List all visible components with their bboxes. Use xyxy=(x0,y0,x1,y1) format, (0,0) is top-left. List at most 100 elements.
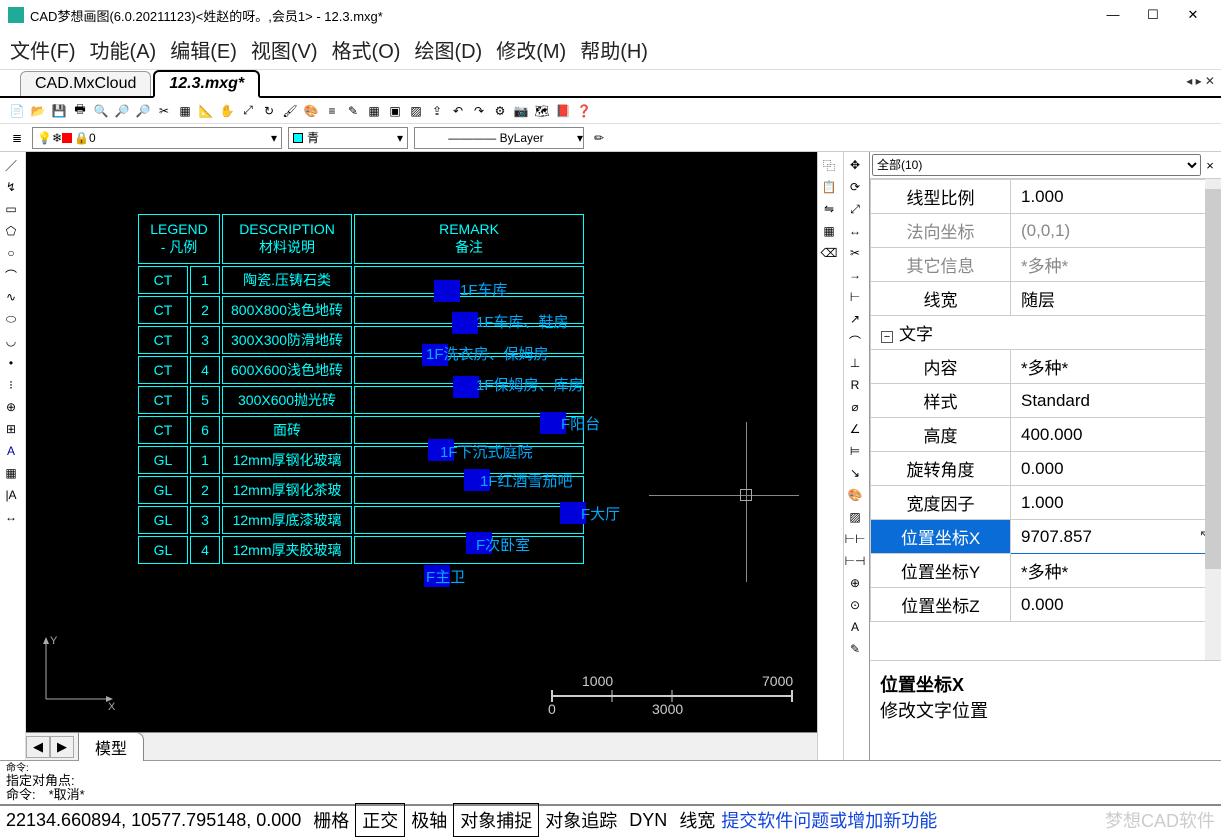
model-tab[interactable]: 模型 xyxy=(78,732,144,761)
minimize-button[interactable]: — xyxy=(1093,1,1133,29)
circle-icon[interactable]: ○ xyxy=(2,244,20,262)
prop-value-selected[interactable]: 9707.857↖ xyxy=(1011,520,1221,554)
prop-value[interactable]: *多种* xyxy=(1011,350,1221,384)
tab-cloud[interactable]: CAD.MxCloud xyxy=(20,71,151,96)
dim-angle-icon[interactable]: ∠ xyxy=(846,420,864,438)
toggle-grid[interactable]: 栅格 xyxy=(307,804,355,836)
array-icon[interactable]: ▦ xyxy=(820,222,838,240)
prop-value[interactable]: Standard xyxy=(1011,384,1221,418)
menu-view[interactable]: 视图(V) xyxy=(251,35,318,64)
palette-icon[interactable]: 🎨 xyxy=(302,102,320,120)
insert-icon[interactable]: ⊕ xyxy=(2,398,20,416)
center-mark-icon[interactable]: ⊙ xyxy=(846,596,864,614)
grip-icon[interactable] xyxy=(434,280,460,302)
hatch-icon[interactable]: ▨ xyxy=(846,508,864,526)
table-icon[interactable]: ▦ xyxy=(2,464,20,482)
ellipse-arc-icon[interactable]: ◡ xyxy=(2,332,20,350)
undo-icon[interactable]: ↶ xyxy=(449,102,467,120)
dim-edit-icon[interactable]: ✎ xyxy=(846,640,864,658)
dim-align-icon[interactable]: ↗ xyxy=(846,310,864,328)
dim-diameter-icon[interactable]: ⌀ xyxy=(846,398,864,416)
divide-icon[interactable]: ⁝ xyxy=(2,376,20,394)
layer-icon[interactable]: ▦ xyxy=(176,102,194,120)
menu-format[interactable]: 格式(O) xyxy=(332,35,401,64)
dim-radius-icon[interactable]: R xyxy=(846,376,864,394)
line-icon[interactable]: ／ xyxy=(2,156,20,174)
dim-style-icon[interactable]: A xyxy=(846,618,864,636)
maximize-button[interactable]: ☐ xyxy=(1133,1,1173,29)
zoom-in-icon[interactable]: 🔎 xyxy=(113,102,131,120)
pan-icon[interactable]: ✋ xyxy=(218,102,236,120)
close-button[interactable]: ✕ xyxy=(1173,1,1213,29)
quick-dim-icon[interactable]: ⊨ xyxy=(846,442,864,460)
tab-next-icon[interactable]: ▶ xyxy=(50,736,74,758)
grip-icon[interactable] xyxy=(452,312,478,334)
menu-draw[interactable]: 绘图(D) xyxy=(414,35,482,64)
text-icon[interactable]: A xyxy=(2,442,20,460)
block-create-icon[interactable]: ⊞ xyxy=(2,420,20,438)
stretch-icon[interactable]: ↔ xyxy=(846,222,864,240)
leader-icon[interactable]: ↘ xyxy=(846,464,864,482)
toggle-polar[interactable]: 极轴 xyxy=(405,804,453,836)
open-icon[interactable]: 📂 xyxy=(29,102,47,120)
edit-icon[interactable]: ✎ xyxy=(344,102,362,120)
prop-value[interactable]: *多种* xyxy=(1011,554,1221,588)
find-icon[interactable]: 🔍 xyxy=(92,102,110,120)
toggle-dyn[interactable]: DYN xyxy=(623,807,673,834)
color-select[interactable]: 青 ▾ xyxy=(288,127,408,149)
help-icon[interactable]: ❓ xyxy=(575,102,593,120)
move-icon[interactable]: ✥ xyxy=(846,156,864,174)
mirror-icon[interactable]: ⇋ xyxy=(820,200,838,218)
dim-cont-icon[interactable]: ⊢⊢ xyxy=(846,530,864,548)
print-icon[interactable]: 🖶 xyxy=(71,102,89,120)
pdf-icon[interactable]: 📕 xyxy=(554,102,572,120)
menu-help[interactable]: 帮助(H) xyxy=(580,35,648,64)
tolerance-icon[interactable]: ⊕ xyxy=(846,574,864,592)
hatch-icon[interactable]: ▨ xyxy=(407,102,425,120)
feedback-link[interactable]: 提交软件问题或增加新功能 xyxy=(721,807,937,833)
cut-icon[interactable]: ✂ xyxy=(155,102,173,120)
paste-icon[interactable]: 📋 xyxy=(820,178,838,196)
zoom-out-icon[interactable]: 🔎 xyxy=(134,102,152,120)
prop-value[interactable]: 随层 xyxy=(1011,282,1221,316)
command-line[interactable]: 命令: 指定对角点: 命令: *取消* xyxy=(0,760,1221,804)
grid-icon[interactable]: ▦ xyxy=(365,102,383,120)
polygon-icon[interactable]: ⬠ xyxy=(2,222,20,240)
spline-icon[interactable]: ∿ xyxy=(2,288,20,306)
refresh-icon[interactable]: ↻ xyxy=(260,102,278,120)
drawing-canvas[interactable]: LEGEND- 凡例 DESCRIPTION材料说明 REMARK备注 CT1陶… xyxy=(26,152,817,732)
prop-value[interactable]: 400.000 xyxy=(1011,418,1221,452)
rect-icon[interactable]: ▭ xyxy=(2,200,20,218)
linetype-select[interactable]: ———— ByLayer ▾ xyxy=(414,127,584,149)
extend-icon[interactable]: → xyxy=(846,266,864,284)
redo-icon[interactable]: ↷ xyxy=(470,102,488,120)
save-icon[interactable]: 💾 xyxy=(50,102,68,120)
trim-icon[interactable]: ✂ xyxy=(846,244,864,262)
layers-icon[interactable]: ≡ xyxy=(323,102,341,120)
prop-value[interactable]: 0.000 xyxy=(1011,588,1221,622)
dim-ord-icon[interactable]: ⊥ xyxy=(846,354,864,372)
brush-icon[interactable]: 🖌 xyxy=(281,102,299,120)
camera-icon[interactable]: 📷 xyxy=(512,102,530,120)
prop-value[interactable]: 1.000 xyxy=(1011,486,1221,520)
copy-icon[interactable]: ⿻ xyxy=(820,156,838,174)
toggle-otrack[interactable]: 对象追踪 xyxy=(539,804,623,836)
matchprop-icon[interactable]: ✏ xyxy=(590,129,608,147)
arc-icon[interactable]: ⌒ xyxy=(2,266,20,284)
ellipse-icon[interactable]: ⬭ xyxy=(2,310,20,328)
scrollbar[interactable] xyxy=(1205,179,1221,660)
toggle-lwt[interactable]: 线宽 xyxy=(673,804,721,836)
prop-group-text[interactable]: −文字 xyxy=(871,316,1221,350)
tab-current[interactable]: 12.3.mxg* xyxy=(153,70,260,98)
prop-value[interactable]: 1.000 xyxy=(1011,180,1221,214)
menu-modify[interactable]: 修改(M) xyxy=(496,35,566,64)
tab-prev-icon[interactable]: ◀ xyxy=(26,736,50,758)
toggle-ortho[interactable]: 正交 xyxy=(355,803,405,837)
dim-arc-icon[interactable]: ⌒ xyxy=(846,332,864,350)
erase-icon[interactable]: ⌫ xyxy=(820,244,838,262)
scale-icon[interactable]: ⤢ xyxy=(846,200,864,218)
prop-value[interactable]: 0.000 xyxy=(1011,452,1221,486)
new-icon[interactable]: 📄 xyxy=(8,102,26,120)
layer-select[interactable]: 💡❄🔒 0 ▾ xyxy=(32,127,282,149)
pline-icon[interactable]: ↯ xyxy=(2,178,20,196)
